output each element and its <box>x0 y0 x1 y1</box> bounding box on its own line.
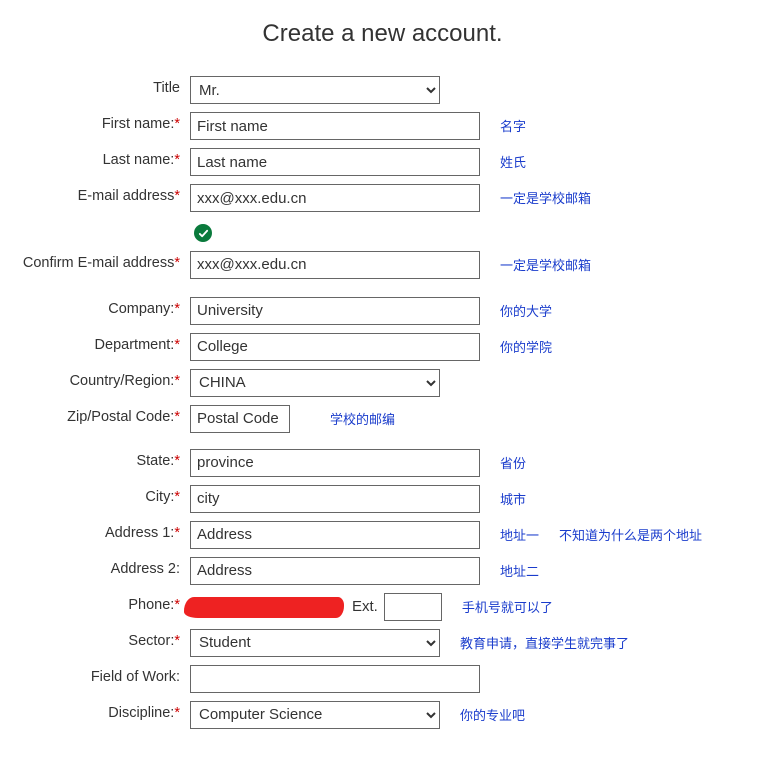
hint-city: 城市 <box>480 485 526 508</box>
label-confirm-email: Confirm E-mail address* <box>10 251 190 271</box>
row-email: E-mail address* 一定是学校邮箱 <box>10 184 755 212</box>
label-address2: Address 2: <box>10 557 190 577</box>
row-sector: Sector:* Student 教育申请，直接学生就完事了 <box>10 629 755 657</box>
row-field-of-work: Field of Work: <box>10 665 755 693</box>
label-title: Title <box>10 76 190 96</box>
row-department: Department:* 你的学院 <box>10 333 755 361</box>
label-discipline: Discipline:* <box>10 701 190 721</box>
label-field-of-work: Field of Work: <box>10 665 190 685</box>
first-name-input[interactable] <box>190 112 480 140</box>
label-last-name: Last name:* <box>10 148 190 168</box>
title-select[interactable]: Mr. <box>190 76 440 104</box>
department-input[interactable] <box>190 333 480 361</box>
phone-ext-input[interactable] <box>384 593 442 621</box>
extra-hint-address1: 不知道为什么是两个地址 <box>539 521 702 544</box>
ext-label: Ext. <box>352 598 378 615</box>
label-state: State:* <box>10 449 190 469</box>
label-sector: Sector:* <box>10 629 190 649</box>
label-company: Company:* <box>10 297 190 317</box>
label-zip: Zip/Postal Code:* <box>10 405 190 425</box>
label-city: City:* <box>10 485 190 505</box>
zip-input[interactable] <box>190 405 290 433</box>
address2-input[interactable] <box>190 557 480 585</box>
hint-last-name: 姓氏 <box>480 148 526 171</box>
address1-input[interactable] <box>190 521 480 549</box>
label-address1: Address 1:* <box>10 521 190 541</box>
phone-redacted-icon <box>190 594 340 620</box>
row-company: Company:* 你的大学 <box>10 297 755 325</box>
row-zip: Zip/Postal Code:* 学校的邮编 <box>10 405 755 433</box>
hint-phone: 手机号就可以了 <box>442 593 553 616</box>
confirm-email-input[interactable] <box>190 251 480 279</box>
row-phone: Phone:* Ext. 手机号就可以了 <box>10 593 755 621</box>
row-address2: Address 2: 地址二 <box>10 557 755 585</box>
hint-company: 你的大学 <box>480 297 552 320</box>
hint-address2: 地址二 <box>480 557 539 580</box>
sector-select[interactable]: Student <box>190 629 440 657</box>
state-input[interactable] <box>190 449 480 477</box>
row-first-name: First name:* 名字 <box>10 112 755 140</box>
check-icon <box>194 224 212 242</box>
label-first-name: First name:* <box>10 112 190 132</box>
label-country: Country/Region:* <box>10 369 190 389</box>
hint-sector: 教育申请，直接学生就完事了 <box>440 629 629 652</box>
hint-email: 一定是学校邮箱 <box>480 184 591 207</box>
hint-confirm-email: 一定是学校邮箱 <box>480 251 591 274</box>
last-name-input[interactable] <box>190 148 480 176</box>
hint-zip: 学校的邮编 <box>290 405 395 428</box>
row-confirm-email: Confirm E-mail address* 一定是学校邮箱 <box>10 251 755 279</box>
hint-discipline: 你的专业吧 <box>440 701 525 724</box>
row-city: City:* 城市 <box>10 485 755 513</box>
label-department: Department:* <box>10 333 190 353</box>
hint-address1: 地址一 <box>480 521 539 544</box>
hint-first-name: 名字 <box>480 112 526 135</box>
row-discipline: Discipline:* Computer Science 你的专业吧 <box>10 701 755 729</box>
label-phone: Phone:* <box>10 593 190 613</box>
email-input[interactable] <box>190 184 480 212</box>
row-title: Title Mr. <box>10 76 755 104</box>
hint-state: 省份 <box>480 449 526 472</box>
label-email: E-mail address* <box>10 184 190 204</box>
discipline-select[interactable]: Computer Science <box>190 701 440 729</box>
row-email-valid <box>10 220 755 243</box>
hint-department: 你的学院 <box>480 333 552 356</box>
field-of-work-input[interactable] <box>190 665 480 693</box>
company-input[interactable] <box>190 297 480 325</box>
page-title: Create a new account. <box>10 20 755 48</box>
row-address1: Address 1:* 地址一 不知道为什么是两个地址 <box>10 521 755 549</box>
city-input[interactable] <box>190 485 480 513</box>
row-country: Country/Region:* CHINA <box>10 369 755 397</box>
country-select[interactable]: CHINA <box>190 369 440 397</box>
row-state: State:* 省份 <box>10 449 755 477</box>
row-last-name: Last name:* 姓氏 <box>10 148 755 176</box>
